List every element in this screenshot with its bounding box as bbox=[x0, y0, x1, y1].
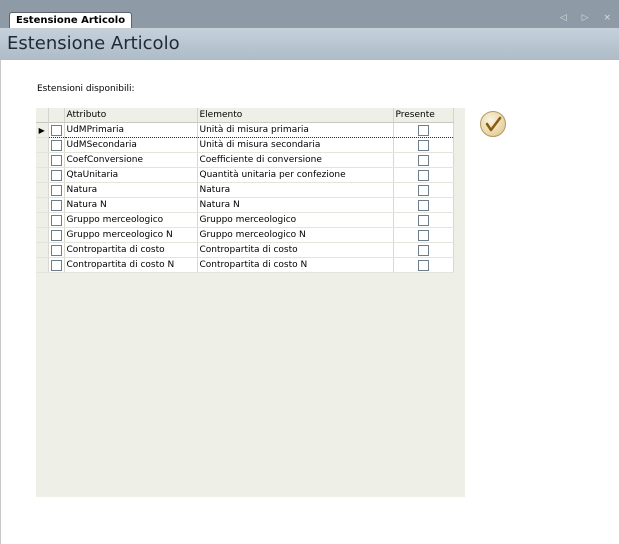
table-row[interactable]: QtaUnitaria Quantità unitaria per confezi… bbox=[36, 167, 454, 183]
cell-elemento: Coefficiente di conversione bbox=[197, 152, 394, 168]
table-header-row: Attributo Elemento Presente bbox=[36, 108, 454, 123]
checkbox[interactable] bbox=[50, 139, 62, 151]
presente-checkbox[interactable] bbox=[417, 184, 429, 196]
table-row[interactable]: Natura N Natura N bbox=[36, 197, 454, 213]
checkbox[interactable] bbox=[50, 244, 62, 256]
extensions-table: Attributo Elemento Presente ▶ UdMPrimaria… bbox=[36, 108, 454, 273]
checkbox[interactable] bbox=[50, 229, 62, 241]
cell-presente[interactable] bbox=[393, 167, 454, 183]
column-header-elemento[interactable]: Elemento bbox=[197, 108, 394, 123]
cell-attributo: Gruppo merceologico bbox=[64, 212, 198, 228]
row-select-checkbox[interactable] bbox=[48, 167, 65, 183]
cell-elemento: Contropartita di costo bbox=[197, 242, 394, 258]
header-select bbox=[48, 108, 65, 123]
column-header-presente[interactable]: Presente bbox=[393, 108, 454, 123]
cell-attributo: UdMPrimaria bbox=[64, 122, 198, 138]
tab-strip: Estensione Articolo ◁ ▷ × bbox=[0, 0, 619, 29]
cell-elemento: Unità di misura secondaria bbox=[197, 137, 394, 153]
tab-navigation-arrows[interactable]: ◁ ▷ × bbox=[560, 13, 617, 23]
table-row[interactable]: Gruppo merceologico Gruppo merceologico bbox=[36, 212, 454, 228]
presente-checkbox[interactable] bbox=[417, 214, 429, 226]
row-select-checkbox[interactable] bbox=[48, 257, 65, 273]
row-indicator bbox=[36, 212, 49, 228]
presente-checkbox[interactable] bbox=[417, 124, 429, 136]
cell-attributo: Natura N bbox=[64, 197, 198, 213]
page-title: Estensione Articolo bbox=[7, 33, 180, 54]
extensions-grid: Attributo Elemento Presente ▶ UdMPrimaria… bbox=[36, 108, 465, 497]
cell-elemento: Natura bbox=[197, 182, 394, 198]
row-indicator bbox=[36, 152, 49, 168]
cell-presente[interactable] bbox=[393, 242, 454, 258]
cell-elemento: Unità di misura primaria bbox=[197, 122, 394, 138]
cell-presente[interactable] bbox=[393, 197, 454, 213]
cell-presente[interactable] bbox=[393, 212, 454, 228]
presente-checkbox[interactable] bbox=[417, 154, 429, 166]
cell-presente[interactable] bbox=[393, 257, 454, 273]
checkbox[interactable] bbox=[50, 214, 62, 226]
row-select-checkbox[interactable] bbox=[48, 242, 65, 258]
row-select-checkbox[interactable] bbox=[48, 137, 65, 153]
row-select-checkbox[interactable] bbox=[48, 182, 65, 198]
row-select-checkbox[interactable] bbox=[48, 212, 65, 228]
row-indicator bbox=[36, 242, 49, 258]
row-indicator bbox=[36, 167, 49, 183]
presente-checkbox[interactable] bbox=[417, 244, 429, 256]
row-indicator bbox=[36, 197, 49, 213]
presente-checkbox[interactable] bbox=[417, 169, 429, 181]
cell-attributo: CoefConversione bbox=[64, 152, 198, 168]
cell-presente[interactable] bbox=[393, 137, 454, 153]
cell-presente[interactable] bbox=[393, 227, 454, 243]
row-select-checkbox[interactable] bbox=[48, 227, 65, 243]
cell-attributo: Natura bbox=[64, 182, 198, 198]
table-row[interactable]: Contropartita di costo Contropartita di c… bbox=[36, 242, 454, 258]
header-indicator bbox=[36, 108, 49, 123]
presente-checkbox[interactable] bbox=[417, 199, 429, 211]
cell-elemento: Natura N bbox=[197, 197, 394, 213]
table-row[interactable]: UdMSecondaria Unità di misura secondaria bbox=[36, 137, 454, 153]
cell-elemento: Gruppo merceologico N bbox=[197, 227, 394, 243]
row-select-checkbox[interactable] bbox=[48, 152, 65, 168]
checkbox[interactable] bbox=[50, 184, 62, 196]
presente-checkbox[interactable] bbox=[417, 229, 429, 241]
tab-estensione-articolo[interactable]: Estensione Articolo bbox=[9, 12, 133, 29]
title-bar: Estensione Articolo bbox=[0, 28, 619, 60]
row-select-checkbox[interactable] bbox=[48, 122, 65, 138]
cell-attributo: Gruppo merceologico N bbox=[64, 227, 198, 243]
cell-attributo: UdMSecondaria bbox=[64, 137, 198, 153]
table-row[interactable]: Natura Natura bbox=[36, 182, 454, 198]
row-indicator bbox=[36, 182, 49, 198]
extensions-label: Estensioni disponibili: bbox=[37, 84, 135, 94]
table-row[interactable]: CoefConversione Coefficiente di conversio… bbox=[36, 152, 454, 168]
table-row[interactable]: Contropartita di costo N Contropartita di… bbox=[36, 257, 454, 273]
cell-attributo: Contropartita di costo N bbox=[64, 257, 198, 273]
row-indicator bbox=[36, 257, 49, 273]
row-indicator bbox=[36, 227, 49, 243]
cell-elemento: Quantità unitaria per confezione bbox=[197, 167, 394, 183]
checkbox[interactable] bbox=[50, 169, 62, 181]
cell-presente[interactable] bbox=[393, 152, 454, 168]
cell-elemento: Gruppo merceologico bbox=[197, 212, 394, 228]
column-header-attributo[interactable]: Attributo bbox=[64, 108, 198, 123]
cell-elemento: Contropartita di costo N bbox=[197, 257, 394, 273]
checkbox[interactable] bbox=[50, 154, 62, 166]
checkbox[interactable] bbox=[50, 199, 62, 211]
row-select-checkbox[interactable] bbox=[48, 197, 65, 213]
presente-checkbox[interactable] bbox=[417, 139, 429, 151]
cell-presente[interactable] bbox=[393, 182, 454, 198]
checkmark-icon bbox=[485, 116, 502, 132]
checkbox[interactable] bbox=[50, 259, 62, 271]
current-row-arrow-icon: ▶ bbox=[36, 122, 49, 138]
table-row[interactable]: Gruppo merceologico N Gruppo merceologico… bbox=[36, 227, 454, 243]
presente-checkbox[interactable] bbox=[417, 259, 429, 271]
cell-attributo: QtaUnitaria bbox=[64, 167, 198, 183]
confirm-button[interactable] bbox=[480, 111, 506, 137]
cell-presente[interactable] bbox=[393, 122, 454, 138]
checkbox[interactable] bbox=[50, 124, 62, 136]
row-indicator bbox=[36, 137, 49, 153]
cell-attributo: Contropartita di costo bbox=[64, 242, 198, 258]
table-row[interactable]: ▶ UdMPrimaria Unità di misura primaria bbox=[36, 122, 454, 138]
